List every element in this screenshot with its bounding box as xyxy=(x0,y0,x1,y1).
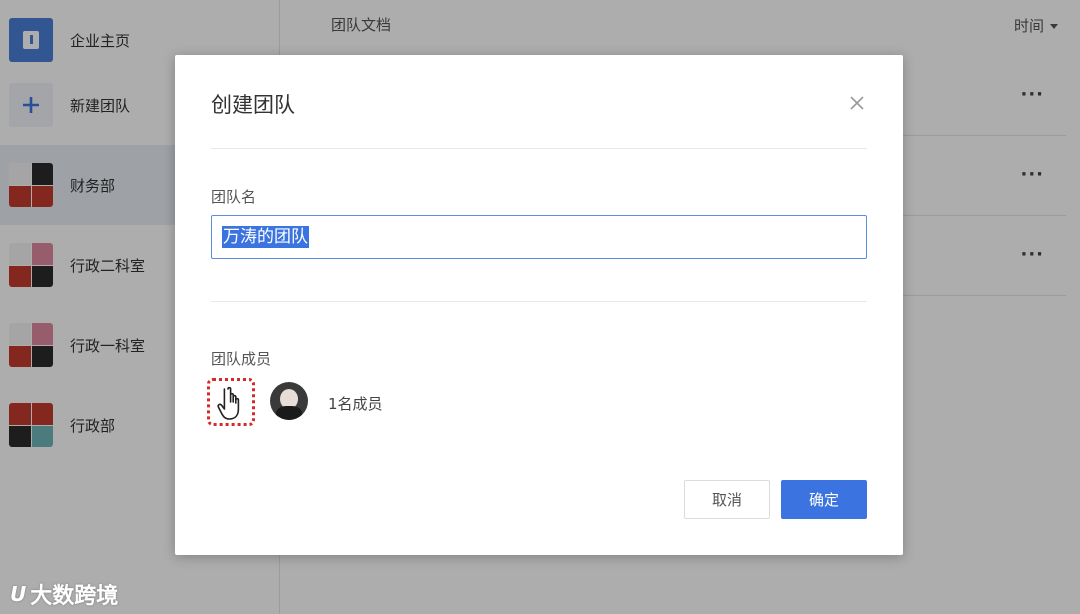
watermark-logo: U xyxy=(10,582,27,606)
confirm-button[interactable]: 确定 xyxy=(781,480,867,519)
watermark: U 大数跨境 xyxy=(10,578,118,610)
divider xyxy=(211,148,867,149)
add-member-button[interactable] xyxy=(207,378,255,426)
create-team-dialog: 创建团队 团队名 万涛的团队 团队成员 1名成员 取消 确定 xyxy=(175,55,903,555)
watermark-text: 大数跨境 xyxy=(30,584,119,609)
close-icon[interactable] xyxy=(847,93,867,113)
avatar xyxy=(270,382,308,420)
hand-cursor-icon xyxy=(217,386,240,420)
cancel-button[interactable]: 取消 xyxy=(684,480,770,519)
dialog-title: 创建团队 xyxy=(211,93,295,117)
team-members-label: 团队成员 xyxy=(211,350,272,368)
team-name-value: 万涛的团队 xyxy=(222,226,309,248)
divider xyxy=(211,301,867,302)
team-name-input[interactable]: 万涛的团队 xyxy=(211,215,867,259)
member-count: 1名成员 xyxy=(328,395,383,413)
team-name-label: 团队名 xyxy=(211,188,257,206)
